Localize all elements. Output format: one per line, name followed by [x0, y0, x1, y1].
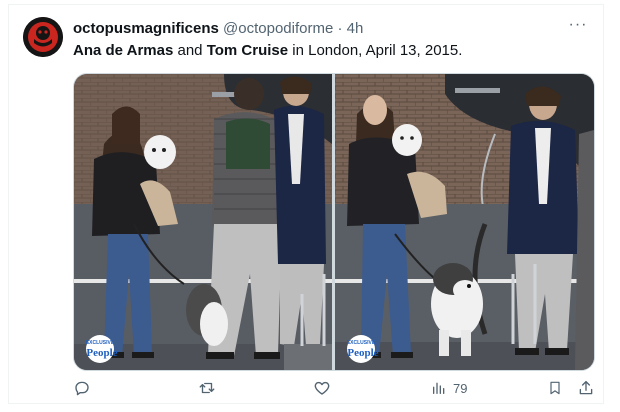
timestamp[interactable]: 4h [347, 20, 364, 37]
photo-1-image [74, 74, 332, 370]
reply-button[interactable] [73, 377, 91, 399]
repost-icon [199, 382, 215, 394]
svg-text:People: People [347, 347, 378, 359]
bookmark-button[interactable] [547, 377, 563, 399]
tweet-header: octopusmagnificens @octopodiforme · 4h [73, 19, 363, 39]
tweet-text: Ana de Armas and Tom Cruise in London, A… [73, 41, 462, 61]
views-icon [433, 382, 445, 394]
svg-text:EXCLUSIVE: EXCLUSIVE [86, 340, 115, 346]
display-name[interactable]: octopusmagnificens [73, 20, 219, 37]
share-button[interactable] [577, 377, 595, 399]
svg-text:People: People [86, 347, 117, 359]
bookmark-icon [550, 381, 560, 395]
like-button[interactable] [313, 377, 331, 399]
people-logo-icon: EXCLUSIVE People [347, 335, 379, 363]
separator-dot: · [337, 20, 343, 37]
photo-1[interactable]: EXCLUSIVE People [74, 74, 332, 370]
share-icon [579, 380, 593, 395]
media-grid: EXCLUSIVE People EXCLUSIVE People [73, 73, 595, 371]
avatar-logo-icon [23, 17, 63, 57]
photo-2-image [335, 74, 594, 370]
mention-name-2: Tom Cruise [206, 42, 289, 59]
heart-icon [314, 381, 330, 395]
tweet-card[interactable]: octopusmagnificens @octopodiforme · 4h ·… [8, 4, 604, 404]
text-rest: in London, April 13, 2015. [288, 42, 463, 59]
people-badge: EXCLUSIVE People [82, 334, 130, 364]
avatar[interactable] [23, 17, 63, 57]
repost-button[interactable] [197, 377, 217, 399]
mention-name-1: Ana de Armas [73, 42, 174, 59]
user-handle[interactable]: @octopodiforme [223, 20, 333, 37]
svg-text:EXCLUSIVE: EXCLUSIVE [347, 340, 376, 346]
text-and: and [173, 42, 207, 59]
people-badge: EXCLUSIVE People [343, 334, 391, 364]
more-options-button[interactable]: ··· [565, 15, 591, 39]
views-count: 79 [453, 380, 468, 396]
action-bar: 79 [73, 377, 595, 399]
reply-icon [75, 381, 89, 396]
views-button[interactable]: 79 [431, 377, 467, 399]
people-logo-icon: EXCLUSIVE People [86, 335, 118, 363]
photo-2[interactable]: EXCLUSIVE People [335, 74, 594, 370]
more-icon: ··· [568, 16, 588, 33]
